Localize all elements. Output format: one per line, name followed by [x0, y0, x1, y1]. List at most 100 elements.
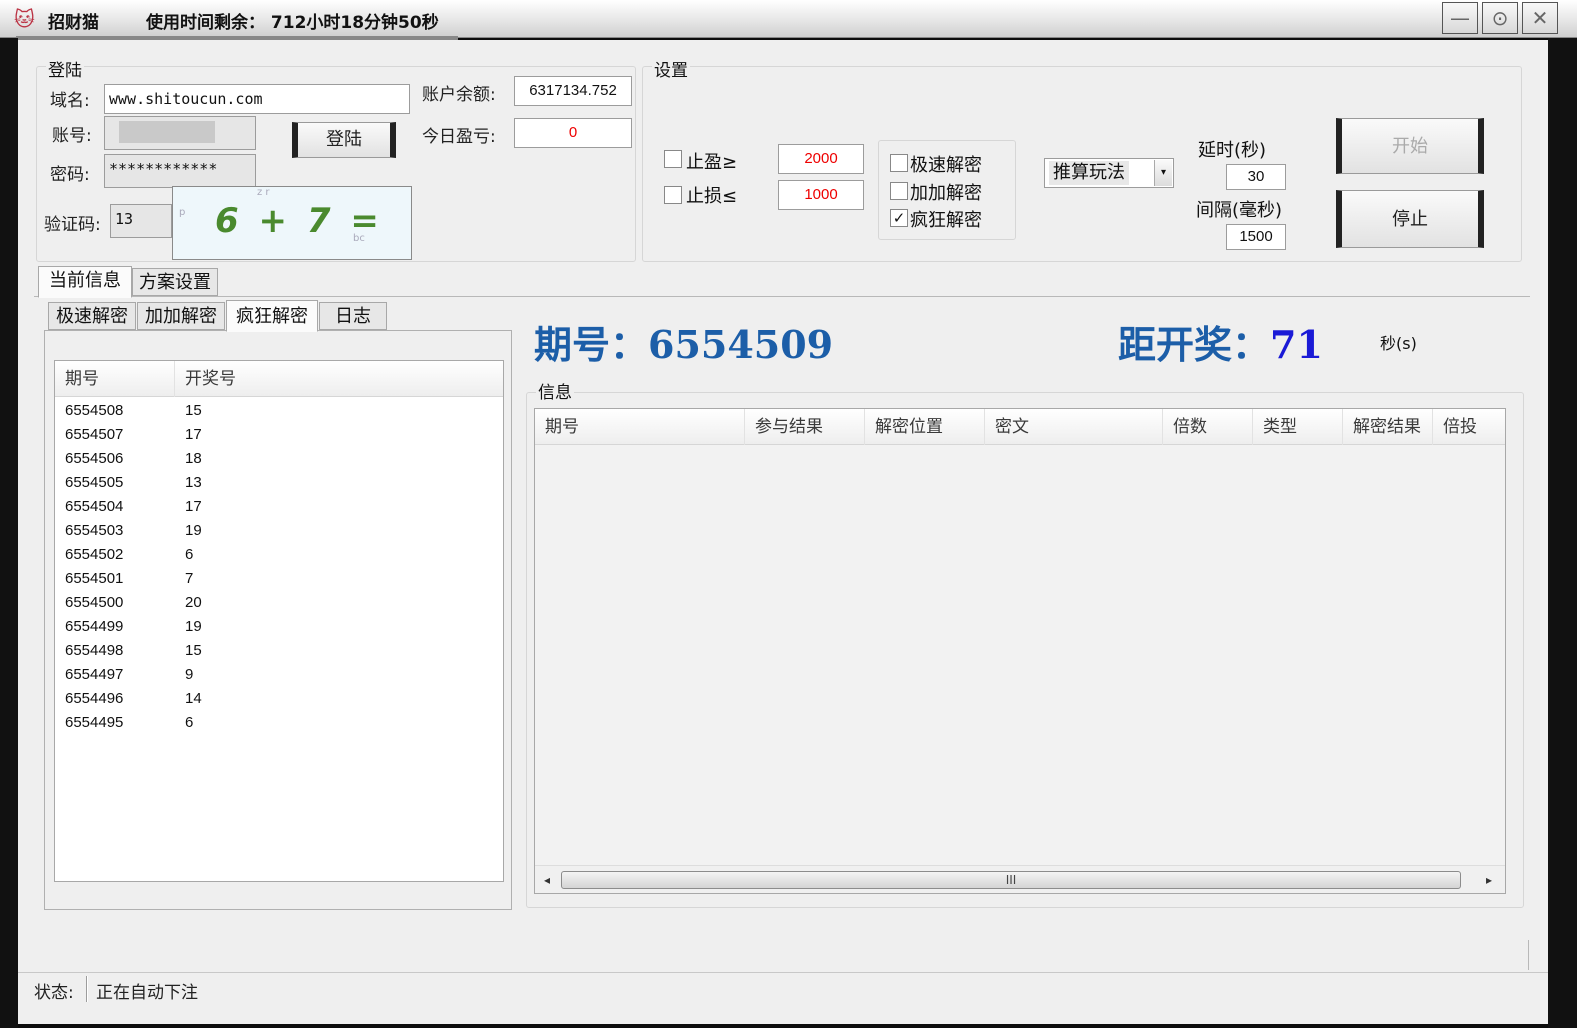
resize-divider: [1528, 940, 1529, 970]
password-field[interactable]: ************: [104, 154, 256, 188]
captcha-field[interactable]: 13: [110, 204, 172, 238]
table-row[interactable]: 6554500 20: [55, 591, 503, 615]
mode-checkbox-checked[interactable]: ✓: [890, 209, 908, 227]
table-row[interactable]: 6554508 15: [55, 399, 503, 423]
today-pl-value: 0: [514, 118, 632, 148]
info-col-issue[interactable]: 期号: [535, 409, 745, 445]
info-col-position[interactable]: 解密位置: [865, 409, 985, 445]
horizontal-scrollbar[interactable]: ◂ III ▸: [535, 865, 1505, 893]
take-profit-checkbox[interactable]: [664, 150, 682, 168]
row-number: 19: [185, 618, 202, 635]
start-button[interactable]: 开始: [1336, 118, 1484, 174]
stop-loss-field[interactable]: 1000: [778, 180, 864, 210]
issue-value: 6554509: [648, 322, 834, 367]
info-col-bet[interactable]: 倍投: [1433, 409, 1505, 445]
table-row[interactable]: 6554501 7: [55, 567, 503, 591]
play-select[interactable]: 推算玩法 ▾: [1044, 158, 1174, 188]
row-issue: 6554508: [65, 402, 124, 419]
history-list[interactable]: 期号 开奖号 6554508 15 6554507 17 6554506 18 655…: [54, 360, 504, 882]
delay-field[interactable]: 30: [1226, 164, 1286, 190]
info-col-result[interactable]: 参与结果: [745, 409, 865, 445]
stop-button[interactable]: 停止: [1336, 190, 1484, 248]
account-label: 账号:: [52, 126, 92, 146]
interval-field[interactable]: 1500: [1226, 224, 1286, 250]
scroll-right-icon[interactable]: ▸: [1481, 870, 1497, 890]
cat-icon: 🐱: [14, 7, 35, 31]
captcha-noise: bc: [353, 233, 365, 244]
captcha-image[interactable]: 6 + 7 = z r p bc: [172, 186, 412, 260]
table-row[interactable]: 6554499 19: [55, 615, 503, 639]
balance-value: 6317134.752: [514, 76, 632, 106]
play-select-value: 推算玩法: [1049, 161, 1129, 185]
tab-current-info[interactable]: 当前信息: [38, 266, 132, 298]
history-col-number[interactable]: 开奖号: [175, 361, 503, 397]
history-header: 期号 开奖号: [55, 361, 503, 397]
info-group-title: 信息: [536, 378, 574, 403]
issue-label: 期号：: [534, 322, 649, 367]
row-number: 6: [185, 714, 194, 731]
scroll-left-icon[interactable]: ◂: [539, 870, 555, 890]
status-label: 状态:: [34, 983, 74, 1003]
login-group-title: 登陆: [46, 56, 84, 81]
domain-field[interactable]: www.shitoucun.com: [104, 84, 410, 114]
today-pl-label: 今日盈亏:: [422, 127, 496, 147]
info-col-cipher[interactable]: 密文: [985, 409, 1163, 445]
info-col-multiple[interactable]: 倍数: [1163, 409, 1253, 445]
row-issue: 6554498: [65, 642, 124, 659]
subtab-log[interactable]: 日志: [319, 302, 387, 330]
history-col-issue[interactable]: 期号: [55, 361, 175, 397]
chevron-down-icon[interactable]: ▾: [1154, 160, 1172, 186]
row-number: 7: [185, 570, 194, 587]
close-button[interactable]: ✕: [1522, 2, 1558, 34]
row-issue: 6554505: [65, 474, 124, 491]
take-profit-label: 止盈≥: [686, 152, 738, 173]
status-separator: [86, 976, 88, 1002]
table-row[interactable]: 6554505 13: [55, 471, 503, 495]
info-col-decrypt-result[interactable]: 解密结果: [1343, 409, 1433, 445]
time-remaining: 使用时间剩余： 712小时18分钟50秒: [146, 13, 439, 33]
mode-checkbox[interactable]: [890, 182, 908, 200]
table-row[interactable]: 6554498 15: [55, 639, 503, 663]
table-row[interactable]: 6554507 17: [55, 423, 503, 447]
table-row[interactable]: 6554495 6: [55, 711, 503, 735]
subtab-crazy[interactable]: 疯狂解密: [226, 300, 318, 332]
table-row[interactable]: 6554503 19: [55, 519, 503, 543]
take-profit-field[interactable]: 2000: [778, 144, 864, 174]
captcha-label: 验证码:: [44, 215, 101, 235]
scroll-thumb[interactable]: III: [561, 871, 1461, 889]
account-field[interactable]: [104, 116, 256, 150]
subtab-plusplus[interactable]: 加加解密: [137, 302, 225, 330]
row-number: 6: [185, 546, 194, 563]
row-number: 17: [185, 426, 202, 443]
stop-loss-label: 止损≤: [686, 186, 738, 207]
domain-label: 域名:: [50, 91, 90, 111]
row-issue: 6554506: [65, 450, 124, 467]
stop-loss-checkbox[interactable]: [664, 186, 682, 204]
info-col-type[interactable]: 类型: [1253, 409, 1343, 445]
tab-plan-settings[interactable]: 方案设置: [132, 268, 218, 296]
row-issue: 6554507: [65, 426, 124, 443]
row-issue: 6554501: [65, 570, 124, 587]
info-list[interactable]: 期号 参与结果 解密位置 密文 倍数 类型 解密结果 倍投 ◂ III ▸: [534, 408, 1506, 894]
table-row[interactable]: 6554506 18: [55, 447, 503, 471]
delay-label: 延时(秒): [1198, 140, 1267, 161]
mode-checkbox[interactable]: [890, 154, 908, 172]
status-value: 正在自动下注: [96, 983, 198, 1003]
row-number: 19: [185, 522, 202, 539]
row-number: 14: [185, 690, 202, 707]
balance-label: 账户余额:: [422, 85, 496, 105]
table-row[interactable]: 6554502 6: [55, 543, 503, 567]
mode-label: 极速解密: [910, 155, 982, 176]
subtab-speed[interactable]: 极速解密: [48, 302, 136, 330]
table-row[interactable]: 6554497 9: [55, 663, 503, 687]
row-number: 15: [185, 642, 202, 659]
interval-label: 间隔(毫秒): [1196, 200, 1283, 221]
row-issue: 6554504: [65, 498, 124, 515]
table-row[interactable]: 6554504 17: [55, 495, 503, 519]
login-button[interactable]: 登陆: [292, 122, 396, 158]
countdown-value: 71: [1270, 322, 1323, 367]
minimize-button[interactable]: —: [1442, 2, 1478, 34]
row-issue: 6554496: [65, 690, 124, 707]
restore-button[interactable]: ⊙: [1482, 2, 1518, 34]
table-row[interactable]: 6554496 14: [55, 687, 503, 711]
